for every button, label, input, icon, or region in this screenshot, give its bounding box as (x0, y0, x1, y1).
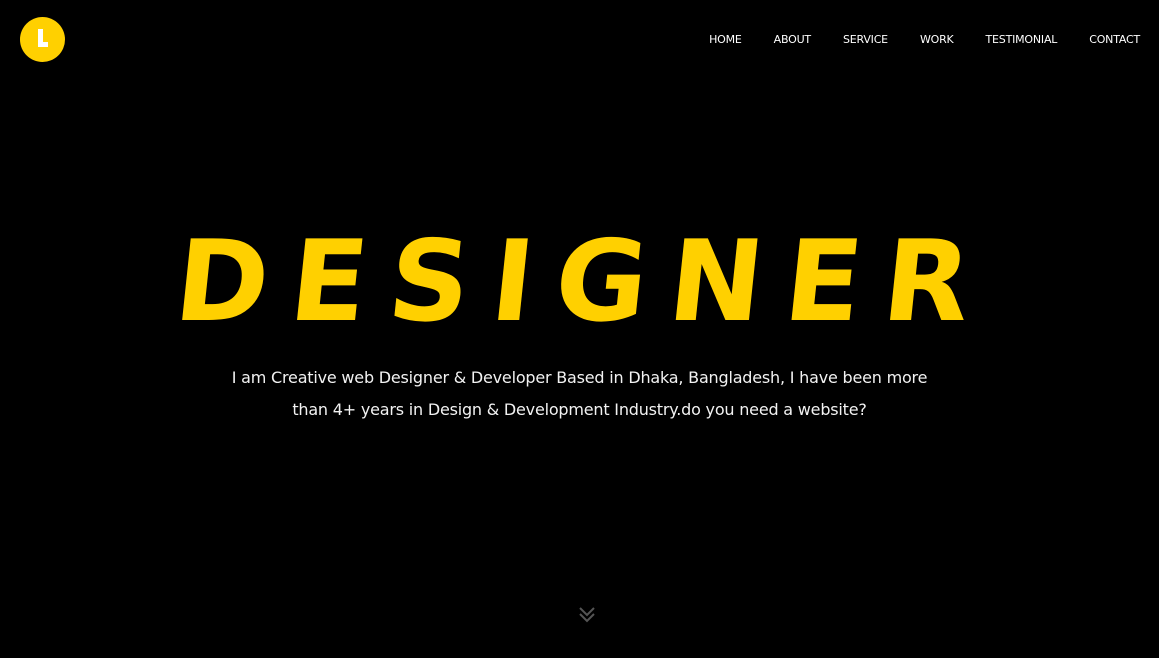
hero-tagline-line1: I am Creative web Designer & Developer B… (231, 368, 928, 387)
main-nav: HOME ABOUT SERVICE WORK TESTIMONIAL CONT… (709, 33, 1140, 47)
nav-item-work[interactable]: WORK (920, 33, 954, 47)
hero-tagline: I am Creative web Designer & Developer B… (0, 362, 1159, 426)
nav-item-home[interactable]: HOME (709, 33, 742, 47)
nav-item-about[interactable]: ABOUT (774, 33, 812, 47)
logo-letter-icon (38, 29, 48, 47)
page: HOME ABOUT SERVICE WORK TESTIMONIAL CONT… (0, 0, 1159, 658)
nav-item-testimonial[interactable]: TESTIMONIAL (986, 33, 1058, 47)
hero-headline-text: DESIGNER (169, 217, 999, 347)
nav-item-contact[interactable]: CONTACT (1089, 33, 1140, 47)
logo[interactable] (20, 17, 65, 62)
hero-tagline-line2: than 4+ years in Design & Development In… (292, 400, 867, 419)
scroll-down-button[interactable] (577, 605, 597, 625)
nav-item-service[interactable]: SERVICE (843, 33, 888, 47)
chevron-double-down-icon (579, 607, 595, 623)
hero-headline: DESIGNER (169, 217, 999, 347)
